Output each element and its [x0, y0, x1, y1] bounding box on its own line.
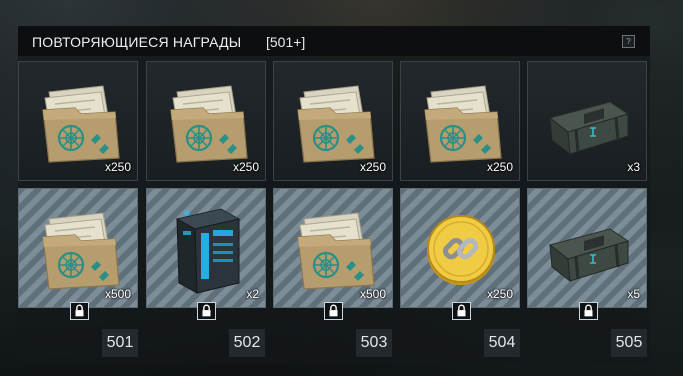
lock-icon: [70, 302, 89, 320]
reward-card-row2-5[interactable]: x5: [527, 188, 647, 308]
lock-icon: [324, 302, 343, 320]
reward-card-row2-2[interactable]: x2: [146, 188, 266, 308]
panel-header: ПОВТОРЯЮЩИЕСЯ НАГРАДЫ [501+] ?: [18, 26, 650, 56]
reward-quantity: x3: [627, 160, 640, 174]
lock-icon: [197, 302, 216, 320]
reward-card-row1-2[interactable]: x250: [146, 61, 266, 181]
panel-title: ПОВТОРЯЮЩИЕСЯ НАГРАДЫ: [32, 34, 242, 50]
reward-card-row2-3[interactable]: x500: [273, 188, 393, 308]
lock-icon: [452, 302, 471, 320]
reward-card-row1-1[interactable]: x250: [18, 61, 138, 181]
lock-icon: [579, 302, 598, 320]
unlock-level-label: 501: [102, 329, 138, 357]
reward-quantity: x2: [246, 287, 259, 301]
reward-quantity: x5: [627, 287, 640, 301]
reward-quantity: x250: [232, 160, 259, 174]
unlock-level-label: 502: [229, 329, 265, 357]
reward-card-row1-4[interactable]: x250: [400, 61, 520, 181]
reward-quantity: x250: [104, 160, 131, 174]
help-button[interactable]: ?: [622, 35, 635, 48]
reward-quantity: x250: [359, 160, 386, 174]
reward-card-row1-5[interactable]: x3: [527, 61, 647, 181]
reward-quantity: x250: [486, 287, 513, 301]
unlock-level-label: 505: [611, 329, 647, 357]
reward-card-row1-3[interactable]: x250: [273, 61, 393, 181]
rewards-count: [501+]: [266, 34, 306, 50]
reward-quantity: x250: [486, 160, 513, 174]
unlock-level-label: 504: [484, 329, 520, 357]
reward-quantity: x500: [104, 287, 131, 301]
reward-card-row2-4[interactable]: x250: [400, 188, 520, 308]
reward-card-row2-1[interactable]: x500: [18, 188, 138, 308]
reward-quantity: x500: [359, 287, 386, 301]
unlock-level-label: 503: [356, 329, 392, 357]
